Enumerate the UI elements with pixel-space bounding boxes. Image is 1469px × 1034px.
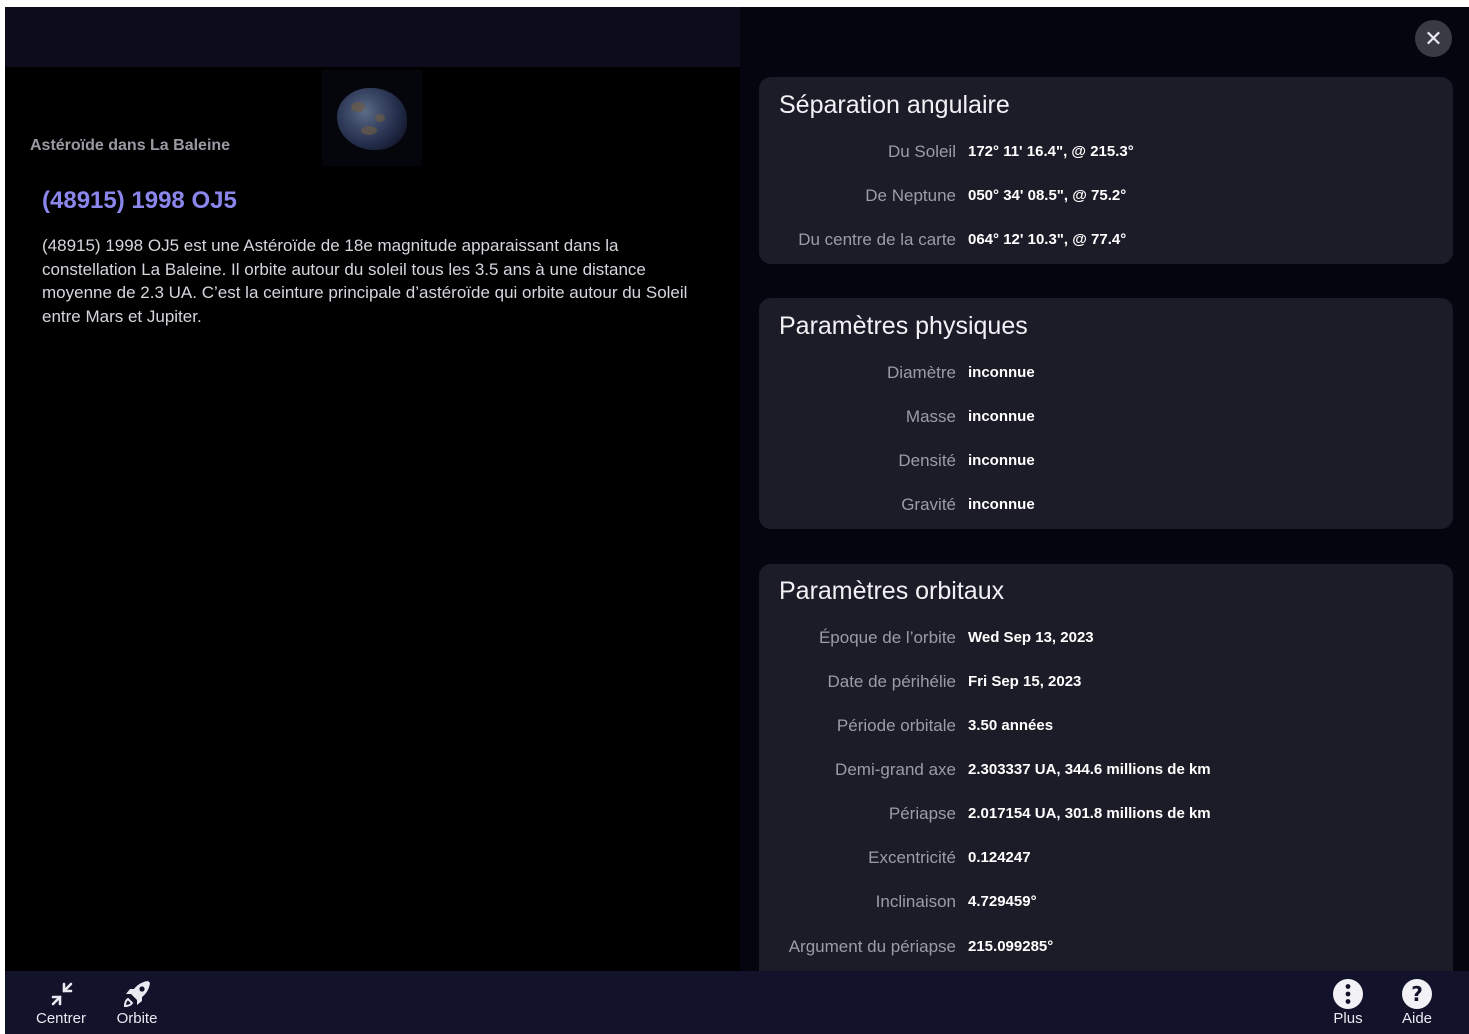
row-value: 172° 11' 16.4", @ 215.3° [968, 143, 1134, 160]
row-value: 2.303337 UA, 344.6 millions de km [968, 761, 1211, 778]
asteroid-image [337, 88, 407, 150]
row-value: inconnue [968, 496, 1035, 513]
row-value: inconnue [968, 408, 1035, 425]
row-label: Diamètre [887, 363, 956, 382]
orbit-button-label: Orbite [116, 1010, 158, 1027]
row-label: Masse [905, 407, 956, 426]
orbital-parameters-title: Paramètres orbitaux [779, 577, 1005, 605]
app-frame: Astéroïde dans La Baleine (48915) 1998 O… [5, 7, 1469, 1034]
center-button[interactable]: Centrer [31, 977, 91, 1033]
orbital-parameters-card: Paramètres orbitaux Époque de l’orbite W… [759, 564, 1453, 994]
row-value: Fri Sep 15, 2023 [968, 673, 1082, 690]
row-label: Date de périhélie [827, 672, 956, 691]
more-icon [1333, 979, 1363, 1009]
row-label: Période orbitale [836, 716, 956, 735]
row-value: inconnue [968, 452, 1035, 469]
physical-parameters-card: Paramètres physiques Diamètre inconnue M… [759, 298, 1453, 529]
info-row-perihelion-date: Date de périhélie Fri Sep 15, 2023 [759, 672, 1453, 696]
row-value: 215.099285° [968, 938, 1054, 955]
orbit-button[interactable]: Orbite [107, 977, 167, 1033]
row-label: Argument du périapse [788, 937, 956, 956]
row-value: 064° 12' 10.3", @ 77.4° [968, 231, 1127, 248]
center-button-label: Centrer [35, 1010, 87, 1027]
row-label: Excentricité [868, 848, 956, 867]
info-row-eccentricity: Excentricité 0.124247 [759, 848, 1453, 872]
object-title: (48915) 1998 OJ5 [42, 187, 237, 214]
row-label: Époque de l’orbite [818, 628, 956, 647]
help-icon: ? [1402, 979, 1432, 1009]
info-row-argument-periapsis: Argument du périapse 215.099285° [759, 937, 1453, 961]
info-row-gravity: Gravité inconnue [759, 495, 1453, 519]
close-button[interactable]: ✕ [1415, 20, 1452, 57]
info-row-map-center: Du centre de la carte 064° 12' 10.3", @ … [759, 230, 1453, 254]
physical-parameters-title: Paramètres physiques [779, 312, 1028, 340]
row-value: 050° 34' 08.5", @ 75.2° [968, 187, 1127, 204]
object-description-pane: Astéroïde dans La Baleine (48915) 1998 O… [5, 7, 740, 971]
row-value: 0.124247 [968, 849, 1031, 866]
info-row-mass: Masse inconnue [759, 407, 1453, 431]
info-row-inclination: Inclinaison 4.729459° [759, 892, 1453, 916]
row-value: 2.017154 UA, 301.8 millions de km [968, 805, 1211, 822]
row-value: 3.50 années [968, 717, 1054, 734]
collapse-arrows-icon [51, 982, 73, 1006]
row-label: Du Soleil [887, 142, 956, 161]
info-row-epoch: Époque de l’orbite Wed Sep 13, 2023 [759, 628, 1453, 652]
info-row-semi-major-axis: Demi-grand axe 2.303337 UA, 344.6 millio… [759, 760, 1453, 784]
row-label: Densité [898, 451, 956, 470]
help-button[interactable]: ? Aide [1387, 977, 1447, 1033]
info-row-sun: Du Soleil 172° 11' 16.4", @ 215.3° [759, 142, 1453, 166]
info-row-neptune: De Neptune 050° 34' 08.5", @ 75.2° [759, 186, 1453, 210]
row-label: De Neptune [865, 186, 956, 205]
angular-separation-card: Séparation angulaire Du Soleil 172° 11' … [759, 77, 1453, 264]
info-row-periapsis: Périapse 2.017154 UA, 301.8 millions de … [759, 804, 1453, 828]
row-label: Périapse [888, 804, 956, 823]
info-row-orbital-period: Période orbitale 3.50 années [759, 716, 1453, 740]
row-label: Du centre de la carte [798, 230, 956, 249]
row-label: Inclinaison [875, 892, 956, 911]
object-description: (48915) 1998 OJ5 est une Astéroïde de 18… [42, 236, 688, 326]
object-type-label: Astéroïde dans La Baleine [30, 137, 231, 154]
row-label: Demi-grand axe [835, 760, 956, 779]
angular-separation-title: Séparation angulaire [779, 91, 1010, 119]
svg-text:?: ? [1411, 982, 1423, 1006]
object-info-pane[interactable]: ✕ Séparation angulaire Du Soleil 172° 11… [740, 7, 1469, 994]
close-icon: ✕ [1424, 26, 1443, 51]
row-value: 4.729459° [968, 893, 1037, 910]
row-value: inconnue [968, 364, 1035, 381]
rocket-icon [123, 981, 150, 1008]
bottom-toolbar: Centrer Orbite Plus ? Aide [5, 971, 1469, 1034]
more-button[interactable]: Plus [1318, 977, 1378, 1033]
row-value: Wed Sep 13, 2023 [968, 629, 1094, 646]
more-button-label: Plus [1333, 1010, 1363, 1027]
info-row-density: Densité inconnue [759, 451, 1453, 475]
left-header-bar [5, 7, 740, 67]
help-button-label: Aide [1401, 1010, 1433, 1027]
info-row-diameter: Diamètre inconnue [759, 363, 1453, 387]
row-label: Gravité [901, 495, 956, 514]
object-thumbnail [322, 70, 422, 166]
